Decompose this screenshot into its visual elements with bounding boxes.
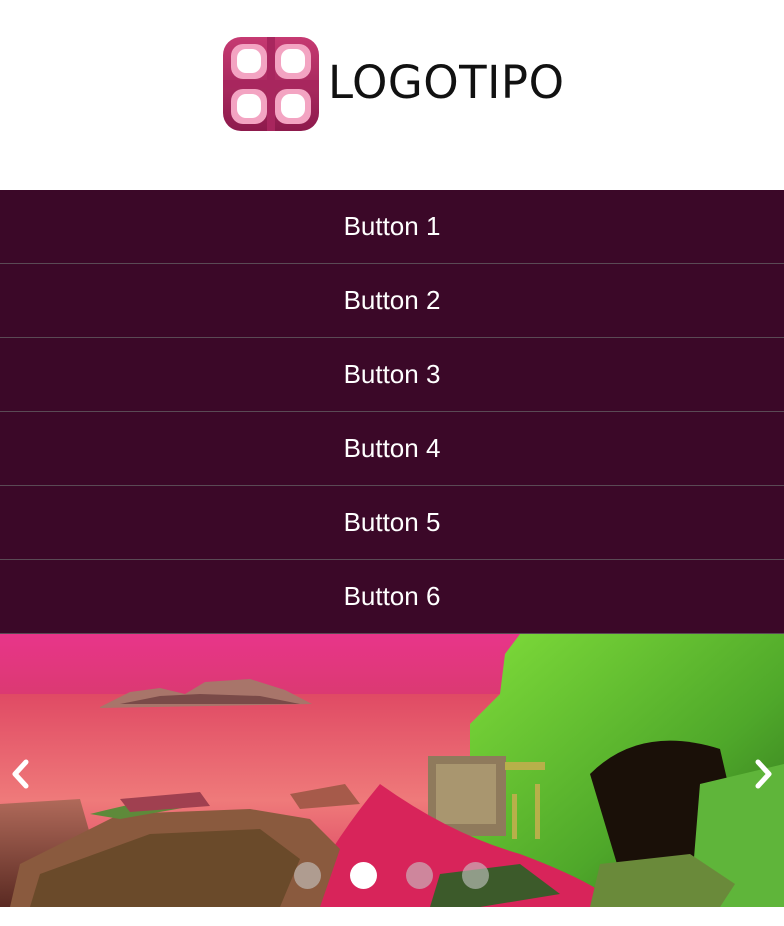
- nav-button-4[interactable]: Button 4: [0, 412, 784, 486]
- page: LOGOTIPO Button 1 Button 2 Button 3 Butt…: [0, 0, 784, 926]
- nav-button-3[interactable]: Button 3: [0, 338, 784, 412]
- logo-text[interactable]: LOGOTIPO: [328, 58, 565, 108]
- slider-next-button[interactable]: [744, 746, 784, 802]
- image-slider[interactable]: [0, 634, 784, 907]
- nav-button-6[interactable]: Button 6: [0, 560, 784, 634]
- slider-prev-button[interactable]: [0, 746, 40, 802]
- chevron-left-icon: [12, 759, 29, 789]
- slider-dot-4[interactable]: [462, 862, 489, 889]
- slider-pagination: [0, 861, 784, 891]
- slider-dot-2[interactable]: [350, 862, 377, 889]
- main-nav: Button 1 Button 2 Button 3 Button 4 Butt…: [0, 190, 784, 634]
- chevron-right-icon: [755, 759, 772, 789]
- footer-spacer: [0, 907, 784, 926]
- nav-button-2[interactable]: Button 2: [0, 264, 784, 338]
- nav-button-5[interactable]: Button 5: [0, 486, 784, 560]
- slider-dot-3[interactable]: [406, 862, 433, 889]
- slider-dot-1[interactable]: [294, 862, 321, 889]
- header: LOGOTIPO: [0, 0, 784, 190]
- nav-button-1[interactable]: Button 1: [0, 190, 784, 264]
- four-petal-logo-icon[interactable]: [223, 37, 319, 131]
